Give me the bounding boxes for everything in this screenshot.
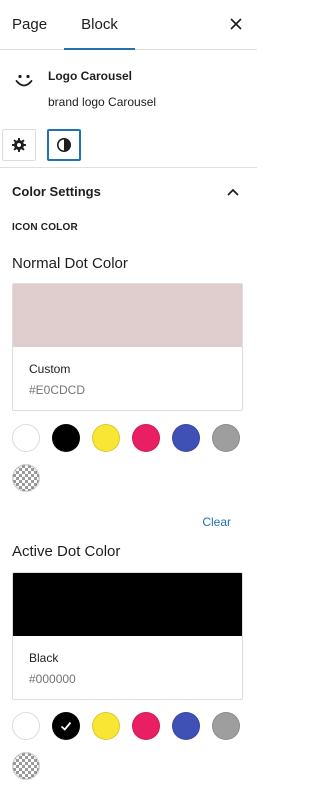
normal-dot-color-name: Custom [29, 362, 71, 376]
clear-button[interactable]: Clear [202, 515, 231, 529]
chevron-up-icon [227, 188, 239, 196]
color-option-black[interactable] [52, 424, 80, 452]
normal-dot-color-heading: Normal Dot Color [12, 255, 128, 272]
icon-color-label: ICON COLOR [12, 222, 78, 233]
block-card: Logo Carousel brand logo Carousel [0, 50, 257, 124]
half-circle-icon [57, 138, 71, 152]
close-button[interactable] [225, 13, 247, 35]
active-dot-color-hex: #000000 [29, 672, 76, 686]
check-icon [60, 721, 72, 731]
color-option-pink[interactable] [132, 712, 160, 740]
color-settings-panel-toggle[interactable]: Color Settings [0, 168, 257, 214]
color-option-yellow[interactable] [92, 712, 120, 740]
close-icon [230, 18, 242, 30]
color-option-transparent[interactable] [12, 752, 40, 780]
tab-block[interactable]: Block [64, 0, 135, 50]
color-option-white[interactable] [12, 424, 40, 452]
block-style-tabs [0, 126, 257, 168]
color-option-black-selected[interactable] [52, 712, 80, 740]
color-option-gray[interactable] [212, 424, 240, 452]
active-dot-color-picker[interactable]: Black #000000 [12, 572, 243, 700]
normal-dot-color-picker[interactable]: Custom #E0CDCD [12, 283, 243, 411]
color-option-white[interactable] [12, 712, 40, 740]
active-dot-color-heading: Active Dot Color [12, 543, 121, 560]
tab-page[interactable]: Page [12, 0, 47, 49]
block-description: brand logo Carousel [48, 95, 157, 109]
color-settings-title: Color Settings [12, 184, 101, 199]
tab-styles[interactable] [47, 129, 81, 161]
normal-dot-color-hex: #E0CDCD [29, 383, 86, 397]
tab-settings[interactable] [2, 129, 36, 161]
block-title: Logo Carousel [48, 69, 133, 83]
smiley-icon [12, 68, 36, 92]
sidebar-tabs: Page Block [0, 0, 257, 50]
color-option-transparent[interactable] [12, 464, 40, 492]
color-option-pink[interactable] [132, 424, 160, 452]
gear-icon [12, 138, 26, 152]
normal-dot-color-preview [13, 284, 242, 347]
settings-sidebar: Page Block Logo Carousel brand logo Caro… [0, 0, 257, 798]
color-option-yellow[interactable] [92, 424, 120, 452]
color-option-indigo[interactable] [172, 712, 200, 740]
color-option-gray[interactable] [212, 712, 240, 740]
color-option-indigo[interactable] [172, 424, 200, 452]
active-dot-color-name: Black [29, 651, 59, 665]
active-dot-color-preview [13, 573, 242, 636]
